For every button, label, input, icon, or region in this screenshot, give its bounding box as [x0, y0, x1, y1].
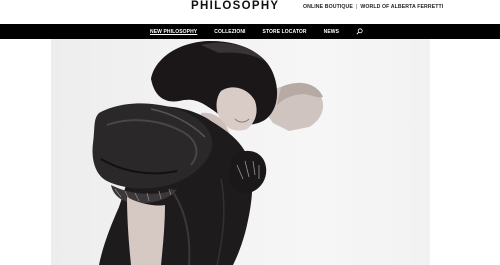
nav-item-store-locator[interactable]: STORE LOCATOR: [263, 29, 307, 35]
nav-item-news[interactable]: NEWS: [324, 29, 339, 35]
world-of-alberta-ferretti-link[interactable]: WORLD OF ALBERTA FERRETTI: [360, 4, 443, 10]
hero-image[interactable]: [51, 39, 430, 265]
nav-item-new-philosophy[interactable]: NEW PHILOSOPHY: [150, 29, 197, 35]
nav-item-collezioni[interactable]: COLLEZIONI: [214, 29, 245, 35]
top-links-separator: |: [355, 4, 358, 10]
main-navbar: NEW PHILOSOPHY COLLEZIONI STORE LOCATOR …: [0, 24, 500, 39]
top-links: ONLINE BOUTIQUE | WORLD OF ALBERTA FERRE…: [303, 4, 443, 10]
main-nav: NEW PHILOSOPHY COLLEZIONI STORE LOCATOR …: [150, 24, 363, 39]
online-boutique-link[interactable]: ONLINE BOUTIQUE: [303, 4, 353, 10]
search-icon[interactable]: [356, 28, 363, 35]
model-in-black-dress-photo: [92, 41, 324, 265]
brand-logo[interactable]: PHILOSOPHY: [191, 0, 279, 13]
